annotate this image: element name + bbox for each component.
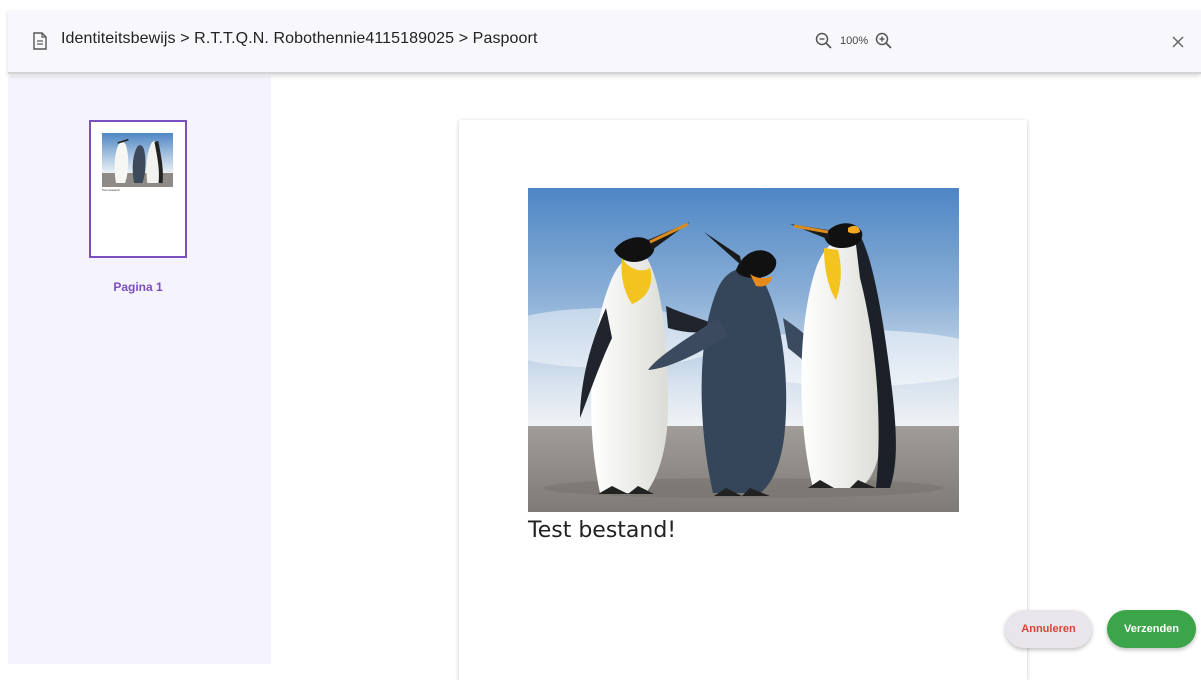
viewer-header: Identiteitsbewijs > R.T.T.Q.N. Robothenn… <box>8 10 1201 74</box>
thumbnail-caption: Test bestand! <box>102 188 120 192</box>
document-icon <box>32 32 48 50</box>
document-caption: Test bestand! <box>528 518 676 543</box>
close-icon[interactable] <box>1168 32 1188 52</box>
zoom-in-icon[interactable] <box>874 31 894 51</box>
thumbnail-penguins-image <box>102 133 173 187</box>
page-viewer: Test bestand! <box>271 76 1201 664</box>
zoom-out-icon[interactable] <box>814 31 834 51</box>
penguins-image <box>528 188 959 512</box>
document-page: Test bestand! <box>459 120 1027 680</box>
page-thumbnail-1[interactable]: Test bestand! <box>89 120 187 258</box>
breadcrumb: Identiteitsbewijs > R.T.T.Q.N. Robothenn… <box>61 30 538 48</box>
cancel-button[interactable]: Annuleren <box>1005 610 1092 648</box>
document-viewer: Identiteitsbewijs > R.T.T.Q.N. Robothenn… <box>8 10 1201 664</box>
page-thumbnails-sidebar: Test bestand! Pagina 1 <box>8 76 271 664</box>
send-button[interactable]: Verzenden <box>1107 610 1196 648</box>
zoom-controls: 100% <box>814 31 894 51</box>
zoom-level: 100% <box>840 35 868 47</box>
page-thumbnail-label[interactable]: Pagina 1 <box>89 280 187 294</box>
